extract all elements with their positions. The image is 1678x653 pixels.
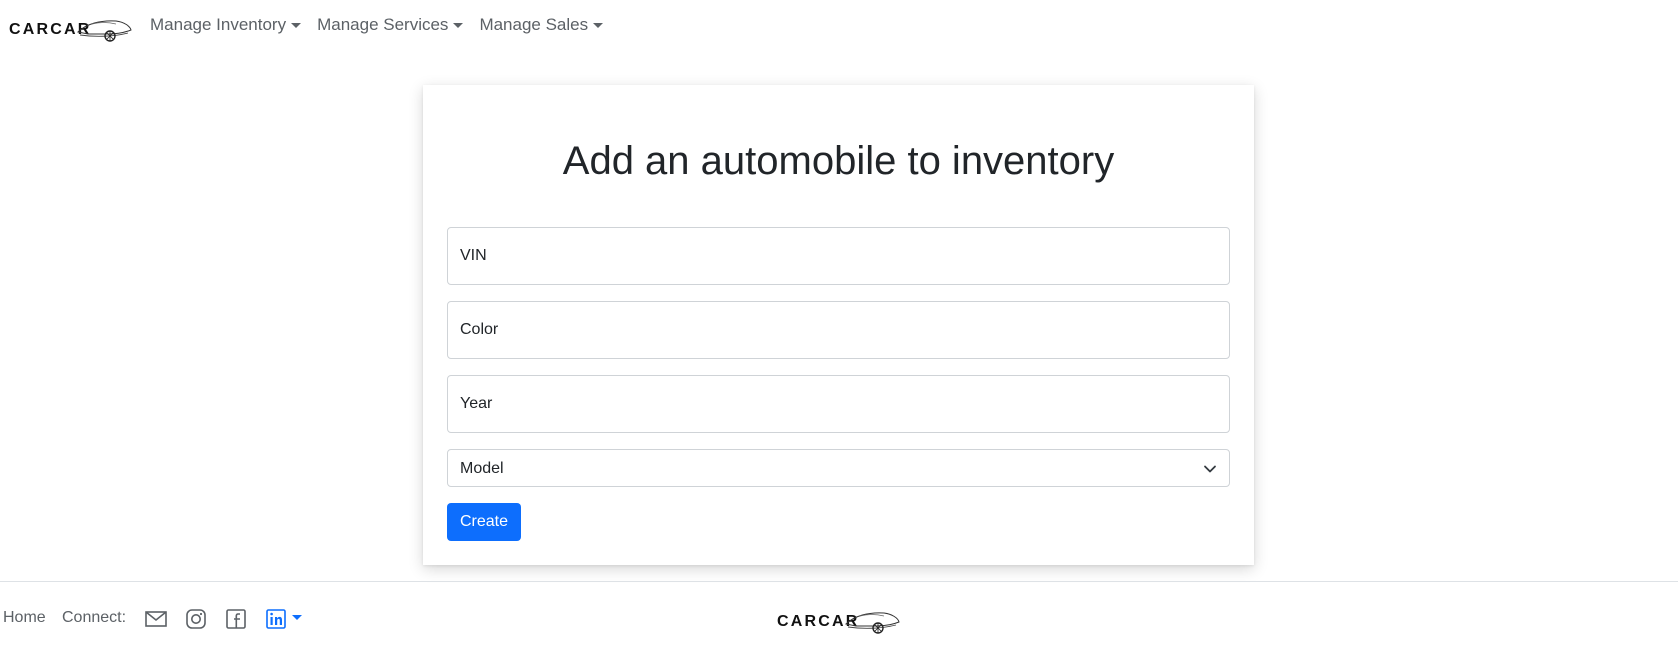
model-select-value: Model	[460, 460, 504, 477]
svg-text:CARCAR: CARCAR	[9, 21, 92, 38]
navbar: CARCAR Manage Inventory Manage Services …	[0, 0, 1678, 56]
create-button[interactable]: Create	[447, 503, 521, 541]
caret-down-icon	[453, 23, 464, 28]
nav-item-label: Manage Services	[317, 15, 449, 34]
chevron-down-icon	[1204, 465, 1216, 473]
caret-down-icon	[593, 23, 604, 28]
mail-icon[interactable]	[144, 608, 168, 630]
footer-logo: CARCAR	[777, 612, 900, 634]
year-field[interactable]: Year	[447, 375, 1230, 433]
linkedin-dropdown-caret-icon[interactable]	[292, 615, 302, 620]
linkedin-icon[interactable]	[264, 608, 288, 630]
footer-connect-label: Connect:	[62, 609, 127, 626]
color-field[interactable]: Color	[447, 301, 1230, 359]
nav-item-label: Manage Sales	[479, 15, 589, 34]
nav-manage-sales[interactable]: Manage Sales	[479, 15, 604, 35]
instagram-icon[interactable]	[184, 608, 208, 630]
vin-placeholder: VIN	[460, 247, 487, 264]
footer-home-link[interactable]: Home	[3, 609, 46, 627]
color-placeholder: Color	[460, 321, 499, 338]
facebook-icon[interactable]	[224, 608, 248, 630]
footer-divider	[0, 581, 1678, 582]
page-title: Add an automobile to inventory	[562, 139, 1115, 183]
nav-item-label: Manage Inventory	[150, 15, 287, 34]
caret-down-icon	[291, 23, 302, 28]
svg-text:CARCAR: CARCAR	[777, 613, 860, 630]
vin-field[interactable]: VIN	[447, 227, 1230, 285]
model-select[interactable]: Model	[447, 449, 1230, 487]
automobile-form-card: Add an automobile to inventory VIN Color…	[423, 85, 1254, 565]
nav-manage-services[interactable]: Manage Services	[317, 15, 464, 35]
nav-manage-inventory[interactable]: Manage Inventory	[150, 15, 302, 35]
brand-logo[interactable]: CARCAR	[8, 12, 132, 46]
nav-links: Manage Inventory Manage Services Manage …	[150, 15, 619, 35]
year-placeholder: Year	[460, 395, 493, 412]
